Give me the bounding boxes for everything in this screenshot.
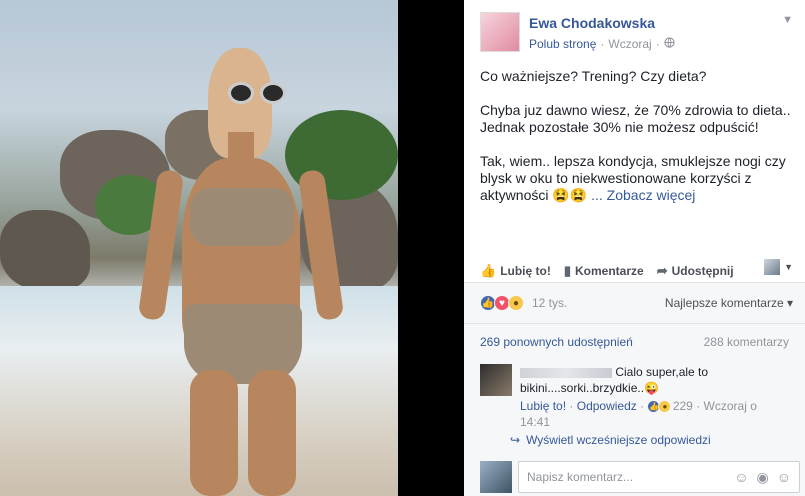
post-paragraph: Chyba juz dawno wiesz, że 70% zdrowia to… bbox=[480, 102, 791, 135]
posting-as-selector[interactable]: ▼ bbox=[764, 259, 793, 275]
comments-count: 288 komentarzy bbox=[703, 334, 789, 349]
comment-reaction-count: 229 bbox=[672, 399, 693, 413]
comment-icon: ▮ bbox=[563, 262, 571, 278]
share-button[interactable]: ➦ Udostępnij bbox=[657, 263, 734, 279]
commenter-name-blurred[interactable] bbox=[520, 367, 612, 378]
post-options-chevron-icon[interactable]: ▼ bbox=[782, 14, 793, 26]
comment-input[interactable]: Napisz komentarz... ☺ ◉ ☺ bbox=[518, 461, 800, 493]
meta-separator: · bbox=[600, 37, 605, 51]
comment-input-placeholder: Napisz komentarz... bbox=[527, 470, 634, 484]
post-paragraph: Tak, wiem.. lepsza kondycja, smuklejsze … bbox=[480, 153, 786, 203]
current-user-avatar bbox=[480, 461, 512, 493]
view-previous-replies-link[interactable]: ↪ Wyświetl wcześniejsze odpowiedzi bbox=[510, 433, 711, 447]
like-button[interactable]: 👍 Lubię to! bbox=[480, 263, 551, 279]
comment-sort-dropdown[interactable]: Najlepsze komentarze ▾ bbox=[665, 296, 793, 310]
thumbs-up-icon: 👍 bbox=[480, 262, 497, 278]
comments-section: Cialo super,ale to bikini....sorki..brzy… bbox=[464, 359, 805, 496]
wow-reaction-icon: ● bbox=[508, 295, 524, 311]
sticker-icon[interactable]: ☺ bbox=[777, 469, 791, 486]
stats-bar: 269 ponownych udostępnień 288 komentarzy bbox=[464, 323, 805, 359]
reaction-count[interactable]: 12 tys. bbox=[532, 296, 567, 310]
comment-button[interactable]: ▮ Komentarze bbox=[564, 263, 644, 279]
share-arrow-icon: ➦ bbox=[656, 262, 668, 278]
comment-item: Cialo super,ale to bikini....sorki..brzy… bbox=[480, 364, 790, 430]
globe-icon bbox=[664, 37, 675, 51]
comment-reaction-icons[interactable]: 👍 ● bbox=[647, 400, 672, 414]
reactions-bar: 👍 ♥ ● 12 tys. Najlepsze komentarze ▾ bbox=[464, 283, 805, 323]
comment-like-link[interactable]: Lubię to! bbox=[520, 399, 566, 413]
see-more-link[interactable]: ... Zobacz więcej bbox=[591, 187, 695, 203]
emoji-icon[interactable]: ☺ bbox=[734, 469, 748, 486]
posting-as-avatar bbox=[764, 259, 781, 275]
chevron-down-icon: ▼ bbox=[784, 262, 793, 272]
commenter-avatar[interactable] bbox=[480, 364, 512, 396]
shares-count-link[interactable]: 269 ponownych udostępnień bbox=[480, 335, 633, 349]
wow-reaction-icon: ● bbox=[658, 400, 672, 414]
like-page-link[interactable]: Polub stronę bbox=[529, 37, 596, 51]
camera-icon[interactable]: ◉ bbox=[756, 469, 768, 486]
page-name-link[interactable]: Ewa Chodakowska bbox=[529, 15, 675, 31]
page-avatar[interactable] bbox=[480, 12, 520, 52]
post-actions: 👍 Lubię to! ▮ Komentarze ➦ Udostępnij ▼ bbox=[464, 259, 805, 283]
post-sidebar: Ewa Chodakowska Polub stronę · Wczoraj ·… bbox=[464, 0, 805, 496]
post-body: Co ważniejsze? Trening? Czy dieta? Chyba… bbox=[480, 68, 795, 221]
photo-person bbox=[137, 40, 345, 496]
photo-backdrop bbox=[398, 0, 464, 496]
post-timestamp[interactable]: Wczoraj bbox=[608, 37, 651, 51]
post-photo[interactable] bbox=[0, 0, 398, 496]
reaction-icons[interactable]: 👍 ♥ ● bbox=[480, 295, 524, 311]
reply-arrow-icon: ↪ bbox=[510, 433, 521, 447]
post-header: Ewa Chodakowska Polub stronę · Wczoraj · bbox=[480, 12, 675, 52]
post-separator: · bbox=[655, 37, 660, 51]
comment-composer: Napisz komentarz... ☺ ◉ ☺ bbox=[480, 461, 800, 493]
photo-rock bbox=[0, 210, 90, 290]
comment-reply-link[interactable]: Odpowiedz bbox=[577, 399, 637, 413]
post-paragraph: Co ważniejsze? Trening? Czy dieta? bbox=[480, 68, 707, 84]
